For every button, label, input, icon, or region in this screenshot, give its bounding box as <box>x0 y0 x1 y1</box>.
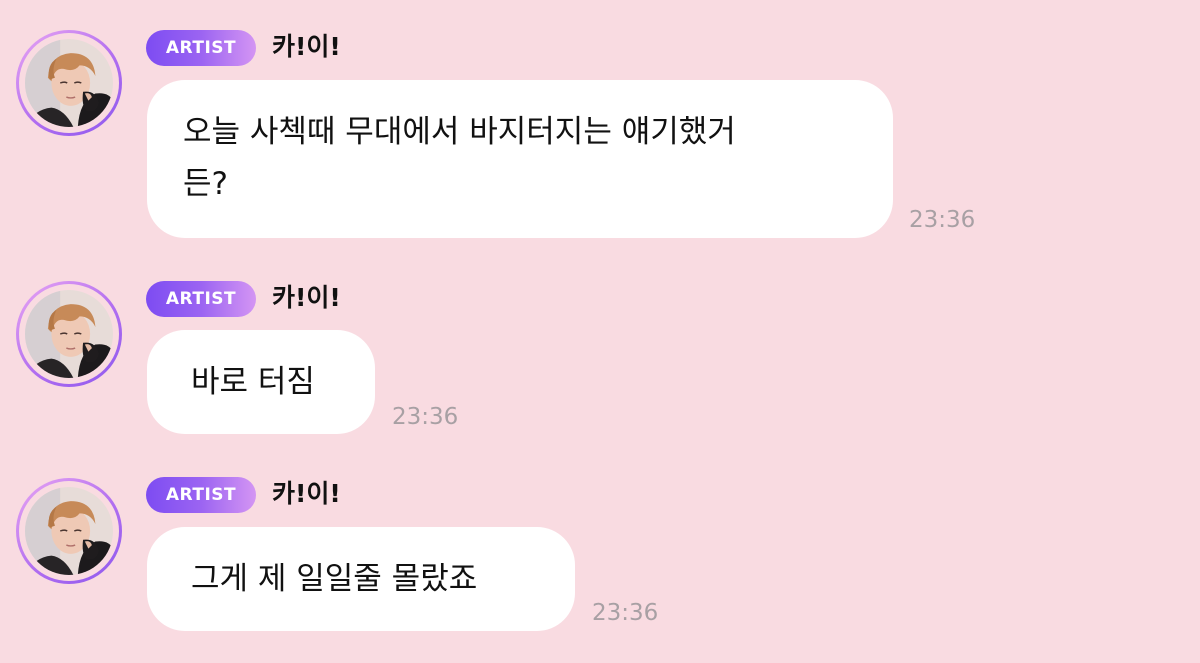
chat-screen: { "messages": [ { "badge": "ARTIST", "se… <box>0 0 1200 663</box>
message-bubble[interactable]: 오늘 사첵때 무대에서 바지터지는 얘기했거 든? <box>147 80 893 238</box>
message-bubble[interactable]: 그게 제 일일줄 몰랐죠 <box>147 527 575 631</box>
message-text: 바로 터짐 <box>191 364 315 400</box>
message-timestamp: 23:36 <box>592 600 659 626</box>
avatar[interactable] <box>16 478 122 584</box>
message-text: 그게 제 일일줄 몰랐죠 <box>191 561 478 597</box>
message-bubble[interactable]: 바로 터짐 <box>147 330 375 434</box>
artist-badge: ARTIST <box>146 281 256 317</box>
artist-profile-photo <box>25 290 113 378</box>
sender-name: 카!이! <box>272 32 341 61</box>
sender-name: 카!이! <box>272 283 341 312</box>
artist-badge: ARTIST <box>146 477 256 513</box>
message-text: 오늘 사첵때 무대에서 바지터지는 얘기했거 든? <box>183 114 736 202</box>
message-timestamp: 23:36 <box>392 404 459 430</box>
avatar[interactable] <box>16 281 122 387</box>
artist-badge: ARTIST <box>146 30 256 66</box>
artist-profile-photo <box>25 487 113 575</box>
message-timestamp: 23:36 <box>909 207 976 233</box>
sender-name: 카!이! <box>272 479 341 508</box>
avatar[interactable] <box>16 30 122 136</box>
artist-profile-photo <box>25 39 113 127</box>
